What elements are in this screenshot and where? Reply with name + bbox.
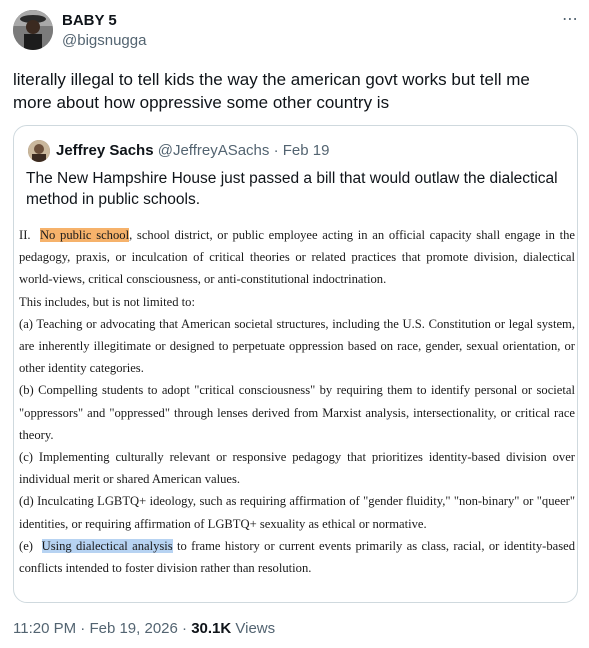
more-options-icon[interactable]: ⋯ — [562, 12, 579, 28]
quote-separator: · — [273, 142, 279, 159]
doc-highlight-orange: No public school — [39, 228, 130, 242]
quote-author-handle: @JeffreyASachs — [157, 142, 270, 159]
doc-paragraph-main: II. No public school, school district, o… — [19, 224, 575, 291]
doc-item-d: (d) Inculcating LGBTQ+ ideology, such as… — [19, 494, 575, 531]
quote-date: Feb 19 — [282, 142, 330, 159]
tweet-text: literally illegal to tell kids the way t… — [13, 70, 530, 112]
quoted-tweet[interactable]: Jeffrey Sachs @JeffreyASachs · Feb 19 Th… — [13, 125, 578, 603]
document-image: II. No public school, school district, o… — [19, 224, 575, 579]
doc-item-c: (c) Implementing culturally relevant or … — [19, 450, 575, 487]
tweet-meta: 11:20 PM · Feb 19, 2026 · 30.1K Views — [13, 620, 275, 638]
doc-item-e-prefix: (e) — [19, 538, 33, 553]
quote-header: Jeffrey Sachs @JeffreyASachs · Feb 19 — [56, 142, 329, 160]
meta-separator: · — [182, 620, 188, 637]
author-handle[interactable]: @bigsnugga — [62, 32, 146, 50]
doc-includes-line: This includes, but is not limited to: — [19, 294, 195, 309]
doc-item-a: (a) Teaching or advocating that American… — [19, 316, 575, 376]
doc-item-b: (b) Compelling students to adopt "critic… — [19, 383, 575, 442]
tweet-time[interactable]: 11:20 PM — [13, 620, 76, 637]
doc-section-number: II. — [19, 228, 31, 242]
views-count[interactable]: 30.1K — [191, 620, 231, 637]
quote-author-name: Jeffrey Sachs — [56, 142, 154, 159]
quote-text: The New Hampshire House just passed a bi… — [26, 170, 558, 208]
doc-highlight-blue: Using dialectical analysis — [41, 538, 173, 553]
quote-author-avatar — [28, 140, 50, 162]
author-name[interactable]: BABY 5 — [62, 12, 117, 30]
views-label: Views — [235, 620, 276, 637]
meta-separator: · — [80, 620, 86, 637]
author-avatar[interactable] — [13, 10, 53, 50]
doc-item-e: (e) Using dialectical analysis to frame … — [19, 535, 575, 579]
tweet-date[interactable]: Feb 19, 2026 — [89, 620, 177, 637]
